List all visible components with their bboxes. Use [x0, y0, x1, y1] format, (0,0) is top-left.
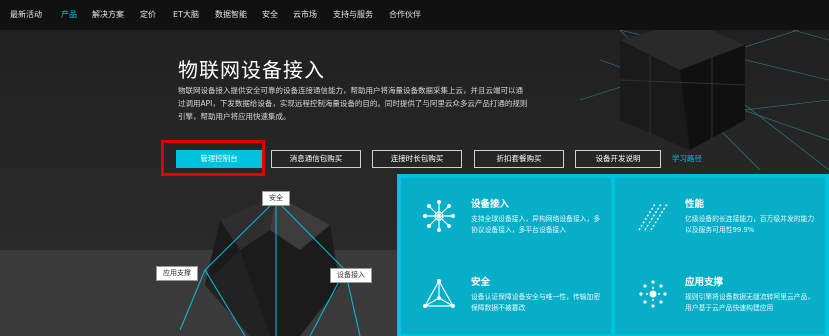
device-dev-guide-button[interactable]: 设备开发说明 — [575, 150, 661, 168]
top-nav: 最新活动 产品 解决方案 定价 ET大脑 数据智能 安全 云市场 支持与服务 合… — [0, 0, 829, 30]
feature-description: 亿级设备的长连接能力，百万级并发的能力以及服务可用性99.9% — [685, 215, 815, 234]
nav-item-partners[interactable]: 合作伙伴 — [389, 0, 421, 30]
diagram-label-app-support: 应用支撑 — [156, 266, 198, 281]
feature-description: 设备认证保障设备安全与唯一性，传输加密保障数据不被篡改 — [471, 293, 601, 312]
diagram-label-security: 安全 — [262, 191, 290, 206]
feature-card-app-support: 应用支撑 规则引擎将设备数据无缝流转阿里云产品，用户基于云产品快速构建应用 — [615, 256, 825, 334]
device-network-icon — [423, 200, 455, 232]
app-support-icon — [639, 280, 667, 308]
feature-card-performance: 性能 亿级设备的长连接能力，百万级并发的能力以及服务可用性99.9% — [615, 178, 825, 256]
highlight-box — [161, 140, 265, 176]
nav-item-support-services[interactable]: 支持与服务 — [333, 0, 373, 30]
feature-description: 规则引擎将设备数据无缝流转阿里云产品，用户基于云产品快速构建应用 — [685, 293, 815, 312]
learning-path-link[interactable]: 学习路径 — [672, 150, 702, 168]
feature-title: 应用支撑 — [685, 277, 724, 288]
nav-item-security[interactable]: 安全 — [262, 0, 278, 30]
feature-card-device-access: 设备接入 支持全球设备接入，异构网络设备接入，多协议设备接入，多平台设备接入 — [401, 178, 611, 256]
message-package-button[interactable]: 消息通信包购买 — [271, 150, 361, 168]
nav-item-et-brain[interactable]: ET大脑 — [173, 0, 199, 30]
connection-package-button[interactable]: 连接时长包购买 — [372, 150, 462, 168]
product-description: 物联网设备接入提供安全可靠的设备连接通信能力，帮助用户将海量设备数据采集上云，并… — [178, 86, 528, 121]
discount-package-button[interactable]: 折扣套餐购买 — [474, 150, 564, 168]
performance-icon — [638, 203, 668, 231]
feature-panel: 设备接入 支持全球设备接入，异构网络设备接入，多协议设备接入，多平台设备接入 性… — [397, 174, 829, 336]
diagram-label-device-access: 设备接入 — [330, 268, 372, 283]
nav-item-products[interactable]: 产品 — [61, 0, 77, 30]
nav-item-marketplace[interactable]: 云市场 — [293, 0, 317, 30]
security-icon — [423, 279, 455, 308]
nav-item-data-intelligence[interactable]: 数据智能 — [215, 0, 247, 30]
feature-title: 性能 — [685, 199, 705, 210]
feature-title: 设备接入 — [471, 199, 510, 210]
nav-item-solutions[interactable]: 解决方案 — [92, 0, 124, 30]
feature-description: 支持全球设备接入，异构网络设备接入，多协议设备接入，多平台设备接入 — [471, 215, 601, 234]
nav-item-pricing[interactable]: 定价 — [140, 0, 156, 30]
feature-title: 安全 — [471, 277, 491, 288]
nav-item-latest-activity[interactable]: 最新活动 — [10, 0, 42, 30]
page-title: 物联网设备接入 — [178, 58, 325, 82]
feature-card-security: 安全 设备认证保障设备安全与唯一性，传输加密保障数据不被篡改 — [401, 256, 611, 334]
